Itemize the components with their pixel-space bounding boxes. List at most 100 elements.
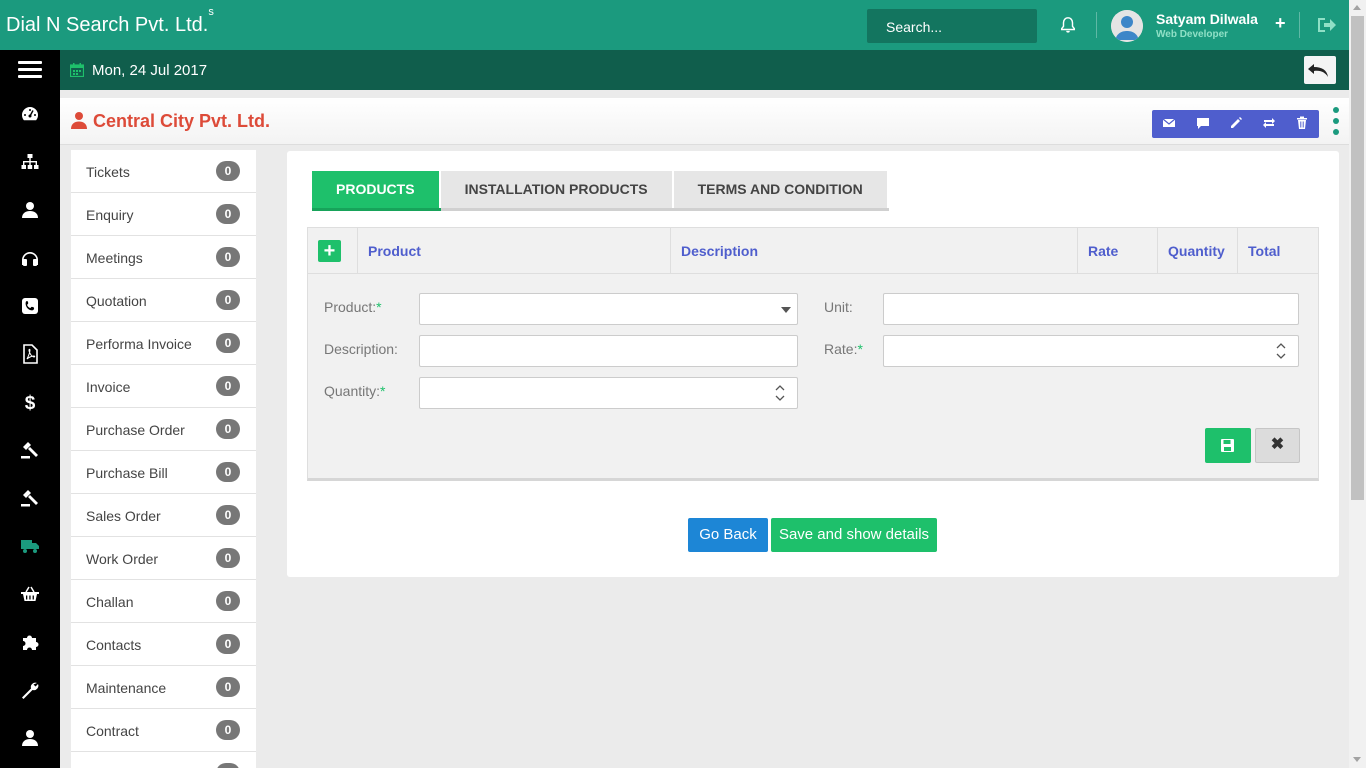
count-badge: 0 <box>216 161 240 181</box>
list-item[interactable]: Enquiry 0 <box>71 193 256 236</box>
scroll-down-icon[interactable] <box>1353 757 1361 762</box>
wrench-icon[interactable] <box>0 666 60 714</box>
person-icon <box>70 111 88 129</box>
list-item[interactable]: Meetings 0 <box>71 236 256 279</box>
module-label: Enquiry <box>86 207 134 223</box>
module-label: Purchase Bill <box>86 465 168 481</box>
spinner-icon[interactable] <box>1276 340 1286 362</box>
product-label: Product:* <box>324 299 382 315</box>
gavel-icon[interactable] <box>0 426 60 474</box>
tab-bar: PRODUCTS INSTALLATION PRODUCTS TERMS AND… <box>312 171 889 211</box>
sub-header: Mon, 24 Jul 2017 <box>0 50 1349 90</box>
convert-icon[interactable] <box>1262 116 1278 132</box>
basket-icon[interactable] <box>0 570 60 618</box>
list-item[interactable]: Challan 0 <box>71 580 256 623</box>
spinner-icon[interactable] <box>775 382 785 404</box>
more-options-icon[interactable] <box>1332 106 1340 136</box>
list-item[interactable]: Contacts 0 <box>71 623 256 666</box>
page-scrollbar[interactable] <box>1349 0 1366 768</box>
phone-icon[interactable] <box>0 282 60 330</box>
description-field[interactable] <box>419 335 798 367</box>
count-badge: 0 <box>216 204 240 224</box>
gavel-icon[interactable] <box>0 474 60 522</box>
count-badge: 0 <box>216 763 240 768</box>
menu-toggle-icon[interactable] <box>0 50 60 90</box>
module-label: Meetings <box>86 250 143 266</box>
headphones-icon[interactable] <box>0 234 60 282</box>
table-header: + Product Description Rate Quantity Tota… <box>308 228 1318 274</box>
org-chart-icon[interactable] <box>0 138 60 186</box>
save-and-show-details-button[interactable]: Save and show details <box>771 518 937 552</box>
puzzle-icon[interactable] <box>0 618 60 666</box>
add-product-button[interactable]: + <box>318 240 341 262</box>
avatar[interactable] <box>1111 10 1143 42</box>
module-label: Contacts <box>86 637 142 653</box>
column-header-description[interactable]: Description <box>671 228 1078 274</box>
user-role: Web Developer <box>1156 29 1229 40</box>
calendar-icon <box>69 63 85 78</box>
back-button[interactable] <box>1304 56 1336 84</box>
list-item[interactable]: Performa Invoice 0 <box>71 322 256 365</box>
cancel-row-button[interactable]: ✖ <box>1255 428 1300 463</box>
module-label: Maintenance <box>86 680 167 696</box>
brand-superscript: s <box>208 6 214 19</box>
brand-name: Dial N Search Pvt. Ltd. <box>6 14 209 36</box>
list-item[interactable]: Maintenance 0 <box>71 666 256 709</box>
unit-field[interactable] <box>883 293 1299 325</box>
count-badge: 0 <box>216 462 240 482</box>
list-item[interactable]: Quotation 0 <box>71 279 256 322</box>
truck-icon[interactable] <box>0 522 60 570</box>
count-badge: 0 <box>216 720 240 740</box>
header-divider <box>1299 12 1300 38</box>
user-name[interactable]: Satyam Dilwala <box>1156 11 1258 27</box>
user-icon[interactable] <box>0 714 60 762</box>
dashboard-icon[interactable] <box>0 90 60 138</box>
quantity-label: Quantity:* <box>324 383 386 399</box>
count-badge: 0 <box>216 247 240 267</box>
list-item[interactable]: Sales Order 0 <box>71 494 256 537</box>
add-button[interactable]: + <box>1275 13 1286 34</box>
list-item[interactable]: Contract 0 <box>71 709 256 752</box>
list-item[interactable]: 0 <box>71 752 256 768</box>
column-header-product[interactable]: Product <box>358 228 671 274</box>
comment-icon[interactable] <box>1196 116 1212 132</box>
user-icon[interactable] <box>0 186 60 234</box>
save-row-button[interactable] <box>1205 428 1251 463</box>
module-label: Sales Order <box>86 508 161 524</box>
product-select[interactable] <box>419 293 798 325</box>
action-toolbar <box>1152 110 1319 138</box>
count-badge: 0 <box>216 634 240 654</box>
email-icon[interactable] <box>1162 116 1178 132</box>
rate-field[interactable] <box>883 335 1299 367</box>
main-panel: PRODUCTS INSTALLATION PRODUCTS TERMS AND… <box>287 151 1339 577</box>
scroll-thumb[interactable] <box>1351 16 1364 500</box>
column-header-total[interactable]: Total <box>1238 228 1318 274</box>
module-label: Performa Invoice <box>86 336 192 352</box>
column-header-quantity[interactable]: Quantity <box>1158 228 1238 274</box>
edit-icon[interactable] <box>1229 116 1245 132</box>
list-item[interactable]: Work Order 0 <box>71 537 256 580</box>
bell-icon[interactable] <box>1059 16 1077 34</box>
tab-terms-and-condition[interactable]: TERMS AND CONDITION <box>674 171 889 208</box>
list-item[interactable]: Purchase Bill 0 <box>71 451 256 494</box>
trash-icon[interactable] <box>1295 116 1311 132</box>
count-badge: 0 <box>216 677 240 697</box>
tab-products[interactable]: PRODUCTS <box>312 171 441 208</box>
logout-icon[interactable] <box>1315 14 1337 36</box>
search-input[interactable]: Search... <box>867 9 1037 43</box>
list-item[interactable]: Tickets 0 <box>71 150 256 193</box>
go-back-button[interactable]: Go Back <box>688 518 768 552</box>
tab-installation-products[interactable]: INSTALLATION PRODUCTS <box>441 171 674 208</box>
quantity-stepper[interactable] <box>419 377 798 409</box>
dollar-icon[interactable]: $ <box>0 378 60 426</box>
pdf-icon[interactable] <box>0 330 60 378</box>
list-item[interactable]: Invoice 0 <box>71 365 256 408</box>
column-header-rate[interactable]: Rate <box>1078 228 1158 274</box>
brand-title[interactable]: Dial N Search Pvt. Ltd.s <box>6 6 214 37</box>
list-item[interactable]: Purchase Order 0 <box>71 408 256 451</box>
product-grid: + Product Description Rate Quantity Tota… <box>307 227 1319 481</box>
icon-sidebar: $ <box>0 90 60 768</box>
company-name: Central City Pvt. Ltd. <box>93 111 271 131</box>
module-list: Tickets 0 Enquiry 0 Meetings 0 Quotation 0 P… <box>71 150 256 768</box>
scroll-up-icon[interactable] <box>1353 5 1361 10</box>
